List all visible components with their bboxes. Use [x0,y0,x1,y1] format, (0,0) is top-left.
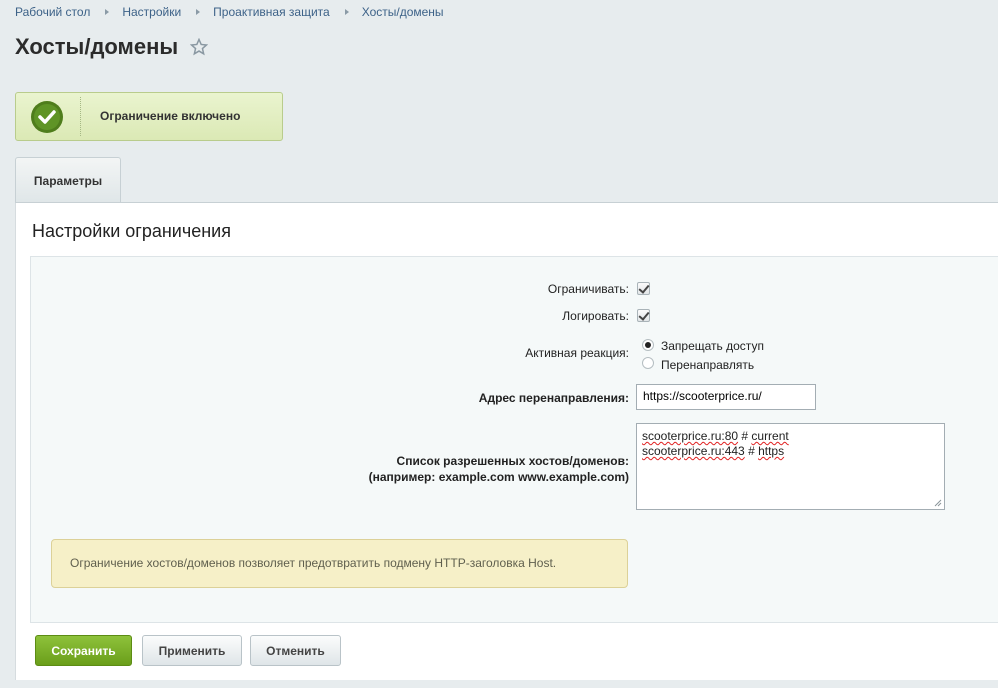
radio-deny-access[interactable] [642,339,654,351]
breadcrumb-item-desktop[interactable]: Рабочий стол [15,5,90,19]
cancel-button[interactable]: Отменить [250,635,341,666]
radio-deny-access-label[interactable]: Запрещать доступ [661,339,764,353]
page-title: Хосты/домены [15,34,179,59]
breadcrumb: Рабочий стол Настройки Проактивная защит… [15,5,444,19]
apply-button[interactable]: Применить [142,635,242,666]
restrict-label: Ограничивать: [547,282,629,296]
host-comment: https [758,444,785,458]
status-text: Ограничение включено [100,109,241,123]
restrict-checkbox[interactable] [637,282,650,295]
radio-redirect[interactable] [642,357,654,369]
check-circle-icon [31,100,63,133]
host-value: scooterprice.ru:443 [642,444,745,458]
redirect-address-input[interactable]: https://scooterprice.ru/ [636,384,816,410]
breadcrumb-item-settings[interactable]: Настройки [122,5,181,19]
log-label: Логировать: [562,309,629,323]
hosts-line: scooterprice.ru:80 # current [642,429,789,443]
resize-grip-icon[interactable] [934,499,942,507]
section-title: Настройки ограничения [32,221,231,241]
info-note: Ограничение хостов/доменов позволяет пре… [51,539,628,588]
status-box: Ограничение включено [15,92,283,141]
host-value: scooterprice.ru:80 [642,429,739,443]
host-comment: current [751,429,789,443]
breadcrumb-separator-icon [344,9,349,15]
reaction-label: Активная реакция: [525,346,629,360]
redirect-address-label: Адрес перенаправления: [478,391,629,405]
page-title-row: Хосты/домены [15,34,209,60]
hosts-list-label-line1: Список разрешенных хостов/доменов: [396,454,629,468]
hosts-list-textarea[interactable]: scooterprice.ru:80 # current scooterpric… [636,423,945,510]
log-checkbox[interactable] [637,309,650,322]
form-area: Ограничивать: Логировать: Активная реакц… [30,256,998,623]
status-divider [80,97,81,136]
hosts-list-label: Список разрешенных хостов/доменов: (напр… [369,453,629,485]
hosts-line: scooterprice.ru:443 # https [642,444,785,458]
star-icon[interactable] [190,38,209,56]
save-button[interactable]: Сохранить [35,635,132,666]
radio-redirect-label[interactable]: Перенаправлять [661,358,754,372]
tab-parameters[interactable]: Параметры [15,157,121,203]
hosts-list-label-line2: (например: example.com www.example.com) [368,470,629,484]
breadcrumb-separator-icon [105,9,110,15]
breadcrumb-separator-icon [196,9,201,15]
settings-panel: Настройки ограничения Ограничивать: Логи… [15,203,998,680]
breadcrumb-item-proactive[interactable]: Проактивная защита [213,5,330,19]
breadcrumb-item-hosts[interactable]: Хосты/домены [362,5,444,19]
